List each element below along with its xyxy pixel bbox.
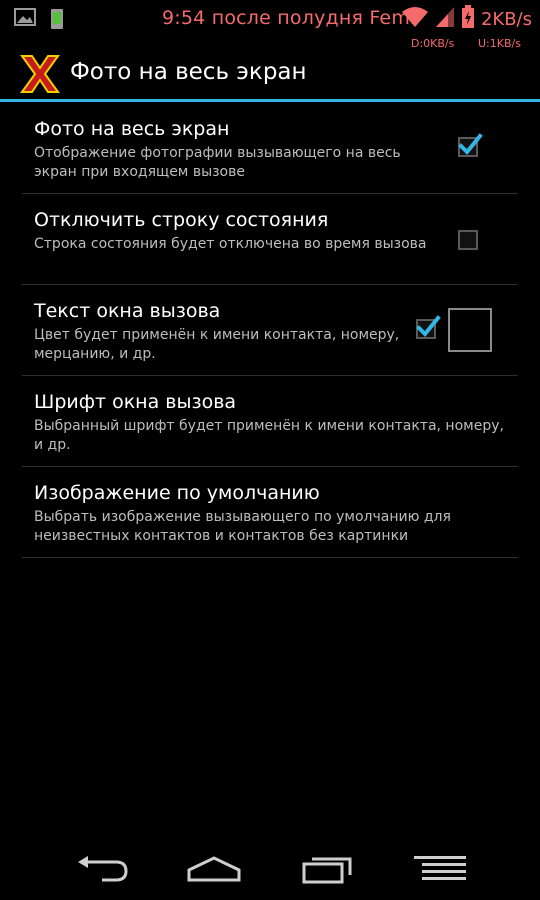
app-logo-icon[interactable]	[18, 52, 62, 96]
download-speed: D:0KB/s	[411, 37, 455, 50]
page-title: Фото на весь экран	[70, 59, 307, 85]
pref-fullscreen-photo[interactable]: Фото на весь экран Отображение фотографи…	[22, 103, 518, 194]
pref-summary: Строка состояния будет отключена во врем…	[34, 236, 427, 252]
signal-icon	[435, 6, 455, 32]
pref-disable-statusbar[interactable]: Отключить строку состояния Строка состоя…	[22, 194, 518, 285]
pref-default-image[interactable]: Изображение по умолчанию Выбрать изображ…	[22, 467, 518, 558]
disable-statusbar-checkbox[interactable]	[456, 226, 482, 252]
pref-summary: Цвет будет применён к имени контакта, но…	[34, 327, 400, 362]
recent-apps-icon[interactable]	[298, 850, 358, 890]
navigation-bar	[0, 840, 540, 900]
upload-speed: U:1KB/s	[478, 37, 521, 50]
net-speed: 2KB/s	[480, 8, 532, 30]
checkmark-icon	[458, 133, 483, 155]
pref-title: Фото на весь экран	[34, 118, 230, 140]
pref-call-window-font[interactable]: Шрифт окна вызова Выбранный шрифт будет …	[22, 376, 518, 467]
image-icon	[14, 8, 36, 26]
color-swatch[interactable]	[448, 308, 492, 352]
pref-call-window-text[interactable]: Текст окна вызова Цвет будет применён к …	[22, 285, 518, 376]
preference-list: Фото на весь экран Отображение фотографи…	[22, 103, 518, 558]
pref-title: Шрифт окна вызова	[34, 391, 237, 413]
call-window-text-checkbox[interactable]	[414, 315, 441, 341]
battery-charging-icon	[461, 5, 475, 33]
pref-summary: Отображение фотографии вызывающего на ве…	[34, 145, 401, 180]
home-icon[interactable]	[184, 850, 244, 890]
phone-battery-icon	[50, 8, 64, 30]
back-icon[interactable]	[72, 850, 132, 890]
checkbox-box	[458, 230, 478, 250]
wifi-icon	[401, 6, 429, 32]
pref-summary: Выбранный шрифт будет применён к имени к…	[34, 418, 504, 453]
pref-summary: Выбрать изображение вызывающего по умолч…	[34, 509, 451, 544]
status-time: 9:54 после полудня Femi	[162, 7, 416, 29]
status-bar: 9:54 после полудня Femi 2KB/s D:0KB/s U:…	[0, 0, 540, 50]
pref-title: Отключить строку состояния	[34, 209, 329, 231]
action-bar: Фото на весь экран	[0, 50, 540, 102]
checkmark-icon	[416, 315, 441, 337]
pref-title: Текст окна вызова	[34, 300, 221, 322]
pref-title: Изображение по умолчанию	[34, 482, 320, 504]
fullscreen-photo-checkbox[interactable]	[456, 133, 483, 159]
menu-icon[interactable]	[410, 850, 470, 890]
